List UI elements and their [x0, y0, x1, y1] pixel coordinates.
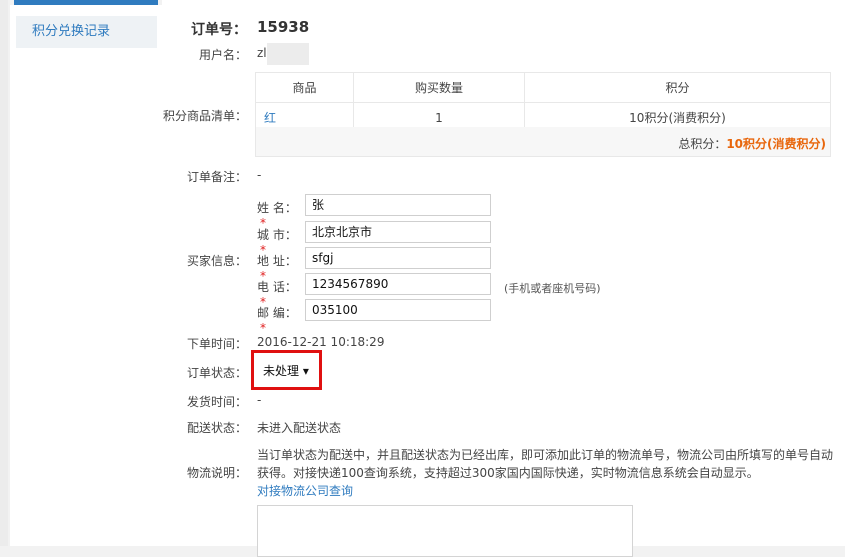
delivery-status-label: 配送状态： — [186, 421, 247, 435]
logistics-note: 当订单状态为配送中，并且配送状态为已经出库，即可添加此订单的物流单号，物流公司由… — [257, 448, 834, 480]
buyer-info-label: 买家信息： — [186, 254, 247, 268]
order-time-label: 下单时间： — [186, 337, 247, 351]
tracking-number-textarea[interactable] — [257, 505, 633, 557]
sidebar-item-points-exchange[interactable]: 积分兑换记录 — [16, 16, 157, 48]
col-header-goods: 商品 — [255, 72, 354, 103]
username-mask — [267, 43, 309, 65]
total-row: 总积分：10积分(消费积分) — [255, 127, 831, 157]
active-tab-indicator — [14, 0, 158, 5]
delivery-status: 未进入配送状态 — [257, 421, 342, 435]
username-label: 用户名： — [198, 48, 247, 62]
order-no: 15938 — [257, 18, 310, 36]
address-field[interactable]: sfgj — [305, 247, 491, 269]
goods-list-label: 积分商品清单： — [162, 109, 247, 123]
phone-hint: (手机或者座机号码) — [504, 282, 601, 295]
order-status-highlight: 未处理 ▾ — [251, 350, 322, 390]
remark-label: 订单备注： — [186, 170, 247, 184]
ship-time: - — [257, 393, 262, 407]
order-detail: 订单号： 15938 用户名： zl 积分商品清单： 商品 购买数量 积分 红 … — [162, 0, 845, 557]
name-field[interactable]: 张 — [305, 194, 491, 216]
total-label: 总积分： — [678, 137, 727, 151]
order-status-select[interactable]: 未处理 ▾ — [263, 362, 309, 379]
zip-label: 邮 编：* — [257, 306, 297, 335]
col-header-quantity: 购买数量 — [353, 72, 525, 103]
goods-table: 商品 购买数量 积分 红 1 10积分(消费积分) — [255, 72, 831, 133]
zip-field[interactable]: 035100 — [305, 299, 491, 321]
left-edge — [0, 0, 8, 546]
city-field[interactable]: 北京北京市 — [305, 221, 491, 243]
col-header-points: 积分 — [524, 72, 831, 103]
logistics-query-link[interactable]: 对接物流公司查询 — [257, 482, 353, 499]
logistics-label: 物流说明： — [186, 466, 247, 480]
phone-field[interactable]: 1234567890 — [305, 273, 491, 295]
remark-value: - — [257, 168, 262, 182]
order-time: 2016-12-21 10:18:29 — [257, 335, 385, 349]
sidebar: 积分兑换记录 — [10, 5, 163, 546]
total-value: 10积分(消费积分) — [726, 137, 826, 151]
total-points: 总积分：10积分(消费积分) — [678, 135, 826, 152]
username: zl — [257, 46, 267, 60]
ship-time-label: 发货时间： — [186, 395, 247, 409]
order-no-label: 订单号： — [191, 22, 247, 38]
order-status-label: 订单状态： — [186, 366, 247, 380]
